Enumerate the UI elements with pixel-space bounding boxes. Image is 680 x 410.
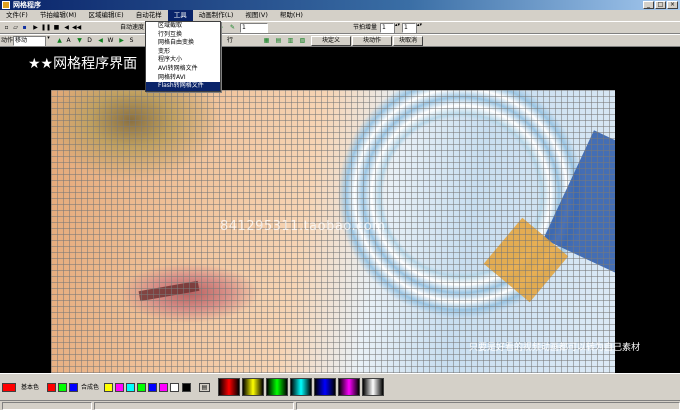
menu-bar: 文件(F) 节拍编辑(M) 区域编辑(E) 自动花样 工具 动画制作(L) 视图… xyxy=(0,10,680,21)
composite-color-swatch[interactable] xyxy=(126,383,135,392)
pause-icon[interactable]: ❚❚ xyxy=(41,23,51,33)
grid-tool-icon-1[interactable]: ▦ xyxy=(262,36,271,46)
composite-color-swatch[interactable] xyxy=(148,383,157,392)
block-define-button[interactable]: 块定义 xyxy=(311,36,351,46)
menu-item-avi-to-grid[interactable]: AVI转网格文件 xyxy=(146,65,220,74)
action-toolbar: 动作 移动 ▾ ▲ A ▼ D ◀ W ▶ S 行 ▦ ▤ ▥ ▧ 块定义 块动… xyxy=(0,34,680,47)
arrow-left-icon[interactable]: ◀ xyxy=(96,36,105,46)
arrow-up-icon[interactable]: ▲ xyxy=(55,36,64,46)
main-toolbar: ▫ ▱ ▪ ▶ ❚❚ ■ ◀ ◀◀ 自动速度 ➜ ✎ 1 节拍增量 1 ▴▾ 1… xyxy=(0,21,680,34)
composite-color-label: 合成色 xyxy=(81,384,100,391)
composite-color-swatch[interactable] xyxy=(104,383,113,392)
brush-icon[interactable]: ✎ xyxy=(228,23,237,33)
move-d-button[interactable]: D xyxy=(85,36,94,46)
base-color-swatch[interactable] xyxy=(58,383,67,392)
app-icon xyxy=(2,1,10,9)
step-back-icon[interactable]: ◀ xyxy=(62,23,71,33)
status-panel xyxy=(2,402,92,410)
maximize-button[interactable]: □ xyxy=(655,1,666,9)
canvas-caption: 只要是好看的视频动画都可以转为自己素材 xyxy=(468,343,640,353)
minimize-button[interactable]: _ xyxy=(643,1,654,9)
row-label: 行 xyxy=(227,37,234,44)
move-w-button[interactable]: W xyxy=(106,36,115,46)
arrow-right-icon-2[interactable]: ▶ xyxy=(117,36,126,46)
move-s-button[interactable]: S xyxy=(127,36,136,46)
base-color-label: 基本色 xyxy=(21,384,40,391)
menu-animation[interactable]: 动画制作(L) xyxy=(193,10,240,21)
status-panel xyxy=(94,402,294,410)
grid-tool-icon-4[interactable]: ▧ xyxy=(298,36,307,46)
window-title: 网格程序 xyxy=(13,1,41,9)
menu-item-program-size[interactable]: 程序大小 xyxy=(146,56,220,65)
menu-help[interactable]: 帮助(H) xyxy=(274,10,309,21)
new-file-icon[interactable]: ▫ xyxy=(2,23,11,33)
color-palette: 基本色 合成色 ▤ xyxy=(0,373,680,400)
menu-item-transpose[interactable]: 行列互换 xyxy=(146,31,220,40)
open-folder-icon[interactable]: ▱ xyxy=(11,23,20,33)
palette-picker-icon[interactable]: ▤ xyxy=(199,383,210,392)
gradient-swatch[interactable] xyxy=(314,378,336,396)
base-color-swatch[interactable] xyxy=(69,383,78,392)
play-icon[interactable]: ▶ xyxy=(31,23,40,33)
gradient-swatch[interactable] xyxy=(266,378,288,396)
frame-input[interactable]: 1 xyxy=(240,23,268,33)
status-panel xyxy=(296,402,680,410)
move-a-button[interactable]: A xyxy=(64,36,73,46)
stop-icon[interactable]: ■ xyxy=(52,23,61,33)
beat-increment-label: 节拍增量 xyxy=(353,24,378,31)
tools-dropdown-menu: 区域截取 行列互换 网格自由变换 变形 程序大小 AVI转网格文件 网格转AVI… xyxy=(145,21,221,92)
menu-file[interactable]: 文件(F) xyxy=(0,10,34,21)
beat-increment-spinner-2[interactable]: ▴▾ xyxy=(416,23,422,33)
auto-speed-label: 自动速度 xyxy=(120,24,145,31)
title-bar: 网格程序 _ □ × xyxy=(0,0,680,10)
beat-increment-spinner[interactable]: ▴▾ xyxy=(394,23,400,33)
composite-color-swatch[interactable] xyxy=(115,383,124,392)
gradient-swatch[interactable] xyxy=(290,378,312,396)
menu-beat-edit[interactable]: 节拍编辑(M) xyxy=(34,10,83,21)
menu-tools[interactable]: 工具 xyxy=(167,10,193,21)
gradient-swatch[interactable] xyxy=(242,378,264,396)
save-icon[interactable]: ▪ xyxy=(20,23,29,33)
block-cancel-button[interactable]: 块取消 xyxy=(393,36,423,46)
canvas-heading: ★★网格程序界面 xyxy=(28,56,138,72)
rewind-icon[interactable]: ◀◀ xyxy=(72,23,81,33)
menu-region-edit[interactable]: 区域编辑(E) xyxy=(83,10,130,21)
arrow-down-icon[interactable]: ▼ xyxy=(75,36,84,46)
grid-canvas[interactable]: ★★网格程序界面 841295311.taobao.com 只要是好看的视频动画… xyxy=(0,47,680,373)
menu-item-free-transform[interactable]: 网格自由变换 xyxy=(146,39,220,48)
composite-color-swatch[interactable] xyxy=(159,383,168,392)
gradient-swatch[interactable] xyxy=(338,378,360,396)
gradient-swatch[interactable] xyxy=(218,378,240,396)
status-bar xyxy=(0,400,680,410)
menu-view[interactable]: 视图(V) xyxy=(239,10,274,21)
grid-tool-icon-3[interactable]: ▥ xyxy=(286,36,295,46)
base-color-swatch[interactable] xyxy=(47,383,56,392)
menu-auto-pattern[interactable]: 自动花样 xyxy=(130,10,168,21)
composite-color-swatch[interactable] xyxy=(182,383,191,392)
gradient-swatch[interactable] xyxy=(362,378,384,396)
watermark-text: 841295311.taobao.com xyxy=(220,219,386,234)
menu-item-region-capture[interactable]: 区域截取 xyxy=(146,22,220,31)
action-label: 动作 xyxy=(1,37,14,44)
current-color-swatch[interactable] xyxy=(2,383,16,392)
close-button[interactable]: × xyxy=(667,1,678,9)
composite-color-swatch[interactable] xyxy=(170,383,179,392)
beat-increment-input-2[interactable]: 1 xyxy=(402,23,416,33)
composite-color-swatch[interactable] xyxy=(137,383,146,392)
block-action-button[interactable]: 块动作 xyxy=(352,36,392,46)
chevron-down-icon[interactable]: ▾ xyxy=(45,36,51,46)
beat-increment-input[interactable]: 1 xyxy=(380,23,394,33)
menu-item-flash-to-grid[interactable]: Flash转网格文件 xyxy=(146,82,220,91)
menu-item-grid-to-avi[interactable]: 网格转AVI xyxy=(146,74,220,83)
grid-tool-icon-2[interactable]: ▤ xyxy=(274,36,283,46)
